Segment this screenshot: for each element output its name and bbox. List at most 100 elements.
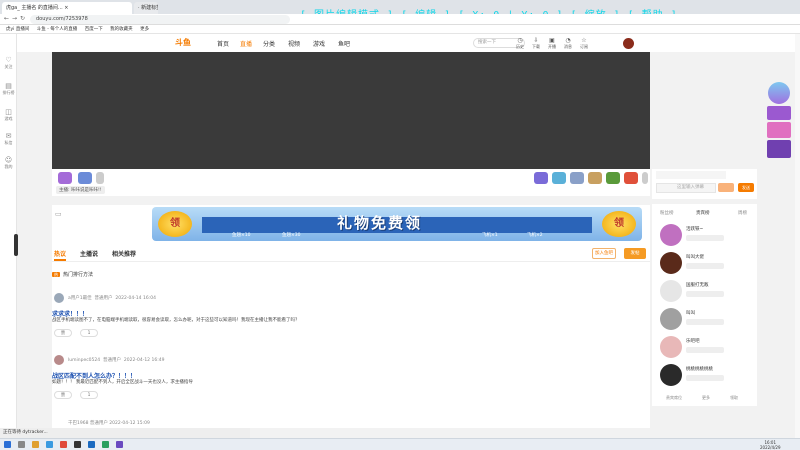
rail-item-follow[interactable]: ♡ 关注 (0, 56, 17, 76)
gift-icon[interactable] (606, 172, 620, 184)
rank-avatar (660, 308, 682, 330)
join-bar-button[interactable]: 加入鱼吧 (592, 248, 616, 259)
rail-label: 私信 (4, 140, 13, 145)
rail-item-message[interactable]: ✉ 私信 (0, 132, 17, 152)
user-avatar[interactable] (623, 38, 634, 49)
rank-user[interactable]: 国服打无敌 (660, 280, 755, 308)
rank-tab[interactable]: 粉丝榜 (660, 210, 674, 216)
nav-game[interactable]: 游戏 (313, 39, 325, 48)
post-avatar[interactable] (54, 355, 64, 365)
rank-footer-link[interactable]: 更多 (702, 395, 710, 401)
more-icon[interactable] (96, 172, 104, 184)
url-field[interactable]: douyu.com/7253978 (30, 15, 290, 24)
taskbar-clock[interactable]: 16:01 2022/4/29 (760, 440, 781, 450)
rank-user[interactable]: 活跃铁~ (660, 224, 755, 252)
rank-username: 国服打无敌 (686, 283, 709, 288)
gift-icon[interactable] (570, 172, 584, 184)
rail-label: 游戏 (4, 116, 13, 121)
app-icon[interactable] (88, 441, 95, 448)
tab-hot[interactable]: 热议 (54, 249, 66, 258)
gift-icon[interactable] (588, 172, 602, 184)
gift-icon[interactable] (78, 172, 92, 184)
more-icon[interactable] (642, 172, 648, 184)
chat-input-panel: 这里输入弹幕 发送 (652, 169, 757, 199)
rank-footer-link[interactable]: 领取 (730, 395, 738, 401)
rail-item-rank[interactable]: ▤ 排行榜 (0, 82, 17, 102)
rail-item-game[interactable]: ◫ 游戏 (0, 108, 17, 128)
clock-icon: ◷ (517, 37, 523, 44)
rank-user[interactable]: 叫叫 (660, 308, 755, 336)
danmaku-icon[interactable]: ▭ (55, 210, 62, 218)
rank-user[interactable]: 叫叫大佬 (660, 252, 755, 280)
post-avatar[interactable] (54, 293, 64, 303)
rank-tab[interactable]: 周榜 (738, 210, 747, 216)
like-button[interactable]: 赞 (54, 329, 72, 337)
reply-button[interactable]: 1 (80, 329, 98, 337)
rank-username: 叫叫 (686, 311, 695, 316)
nav-home[interactable]: 首页 (217, 39, 229, 48)
rank-user[interactable]: 桃桃桃桃桃桃 (660, 364, 755, 392)
chat-input[interactable]: 这里输入弹幕 (656, 183, 716, 193)
post-button[interactable]: 发帖 (624, 248, 646, 259)
bookmark[interactable]: 我的收藏夹 (110, 27, 133, 32)
search-icon[interactable] (18, 441, 25, 448)
rank-tab[interactable]: 贵宾榜 (696, 210, 710, 216)
scrollbar[interactable] (795, 34, 800, 438)
tab-host-say[interactable]: 主播说 (80, 249, 98, 258)
start-icon[interactable] (4, 441, 11, 448)
rank-avatar (660, 364, 682, 386)
post-user[interactable]: luminpec0524 (68, 358, 100, 363)
like-button[interactable]: 赞 (54, 391, 72, 399)
gift-icon[interactable] (534, 172, 548, 184)
rank-username: 乐吧吧 (686, 339, 700, 344)
rail-label: 我的 (4, 164, 13, 169)
gift-icon[interactable] (552, 172, 566, 184)
rank-footer-link[interactable]: 贵宾席位 (666, 395, 682, 401)
nav-video[interactable]: 视频 (288, 39, 300, 48)
app-icon[interactable] (102, 441, 109, 448)
browser-tab-active[interactable]: 虎ga_ 主播名 的直播间... × (2, 2, 132, 14)
reload-icon[interactable]: ↻ (20, 15, 25, 22)
rail-item-mine[interactable]: ☺ 我的 (0, 156, 17, 176)
bookmark[interactable]: 更多 (140, 27, 149, 32)
tab-related[interactable]: 相关推荐 (112, 249, 136, 258)
edge-icon[interactable] (46, 441, 53, 448)
header-subscribe[interactable]: ☆ 订阅 (579, 37, 589, 50)
folder-icon[interactable] (32, 441, 39, 448)
browser-tab[interactable]: · 新建标签页 × · (134, 2, 158, 14)
rail-collapse-handle[interactable] (14, 234, 18, 256)
reply-button[interactable]: 1 (80, 391, 98, 399)
rank-tag (686, 319, 724, 325)
rank-user[interactable]: 乐吧吧 (660, 336, 755, 364)
header-download[interactable]: ⇩ 下载 (531, 37, 541, 50)
topic-line[interactable]: 热热门排行方法 (52, 271, 93, 278)
free-gift-banner[interactable]: 领 领 礼物免费领 鱼翅×10 鱼翅×30 飞机×1 飞机×2 (152, 207, 642, 241)
back-icon[interactable]: ← (4, 15, 9, 22)
nav-live[interactable]: 直播 (240, 39, 252, 48)
star-icon: ☆ (581, 37, 587, 44)
site-logo[interactable]: 斗鱼 (175, 37, 191, 48)
video-player[interactable] (52, 52, 650, 169)
nav-category[interactable]: 分类 (263, 39, 275, 48)
bookmark[interactable]: 虎yi 直播间 (6, 27, 29, 32)
nav-fishbar[interactable]: 鱼吧 (338, 39, 350, 48)
rank-icon: ▤ (5, 82, 12, 90)
gift-icon[interactable] (624, 172, 638, 184)
post-user[interactable]: a用户1最佳 (68, 296, 92, 301)
header-broadcast[interactable]: ▣ 开播 (547, 37, 557, 50)
gift-icon[interactable] (58, 172, 72, 184)
bookmark[interactable]: 斗鱼 - 每个人的直播 (37, 27, 77, 32)
side-promo-ad[interactable] (765, 82, 792, 162)
header-message[interactable]: ◔ 消息 (563, 37, 573, 50)
bookmark[interactable]: 百度一下 (85, 27, 103, 32)
app-icon[interactable] (116, 441, 123, 448)
header-history[interactable]: ◷ 历史 (515, 37, 525, 50)
forward-icon[interactable]: → (12, 15, 17, 22)
chrome-icon[interactable] (60, 441, 67, 448)
promo-badge (768, 82, 790, 104)
terminal-icon[interactable] (74, 441, 81, 448)
danmaku-style-button[interactable] (718, 183, 734, 192)
send-button[interactable]: 发送 (738, 183, 754, 192)
banner-sub-label: 飞机×2 (527, 233, 543, 238)
banner-title: 礼物免费领 (337, 214, 423, 232)
